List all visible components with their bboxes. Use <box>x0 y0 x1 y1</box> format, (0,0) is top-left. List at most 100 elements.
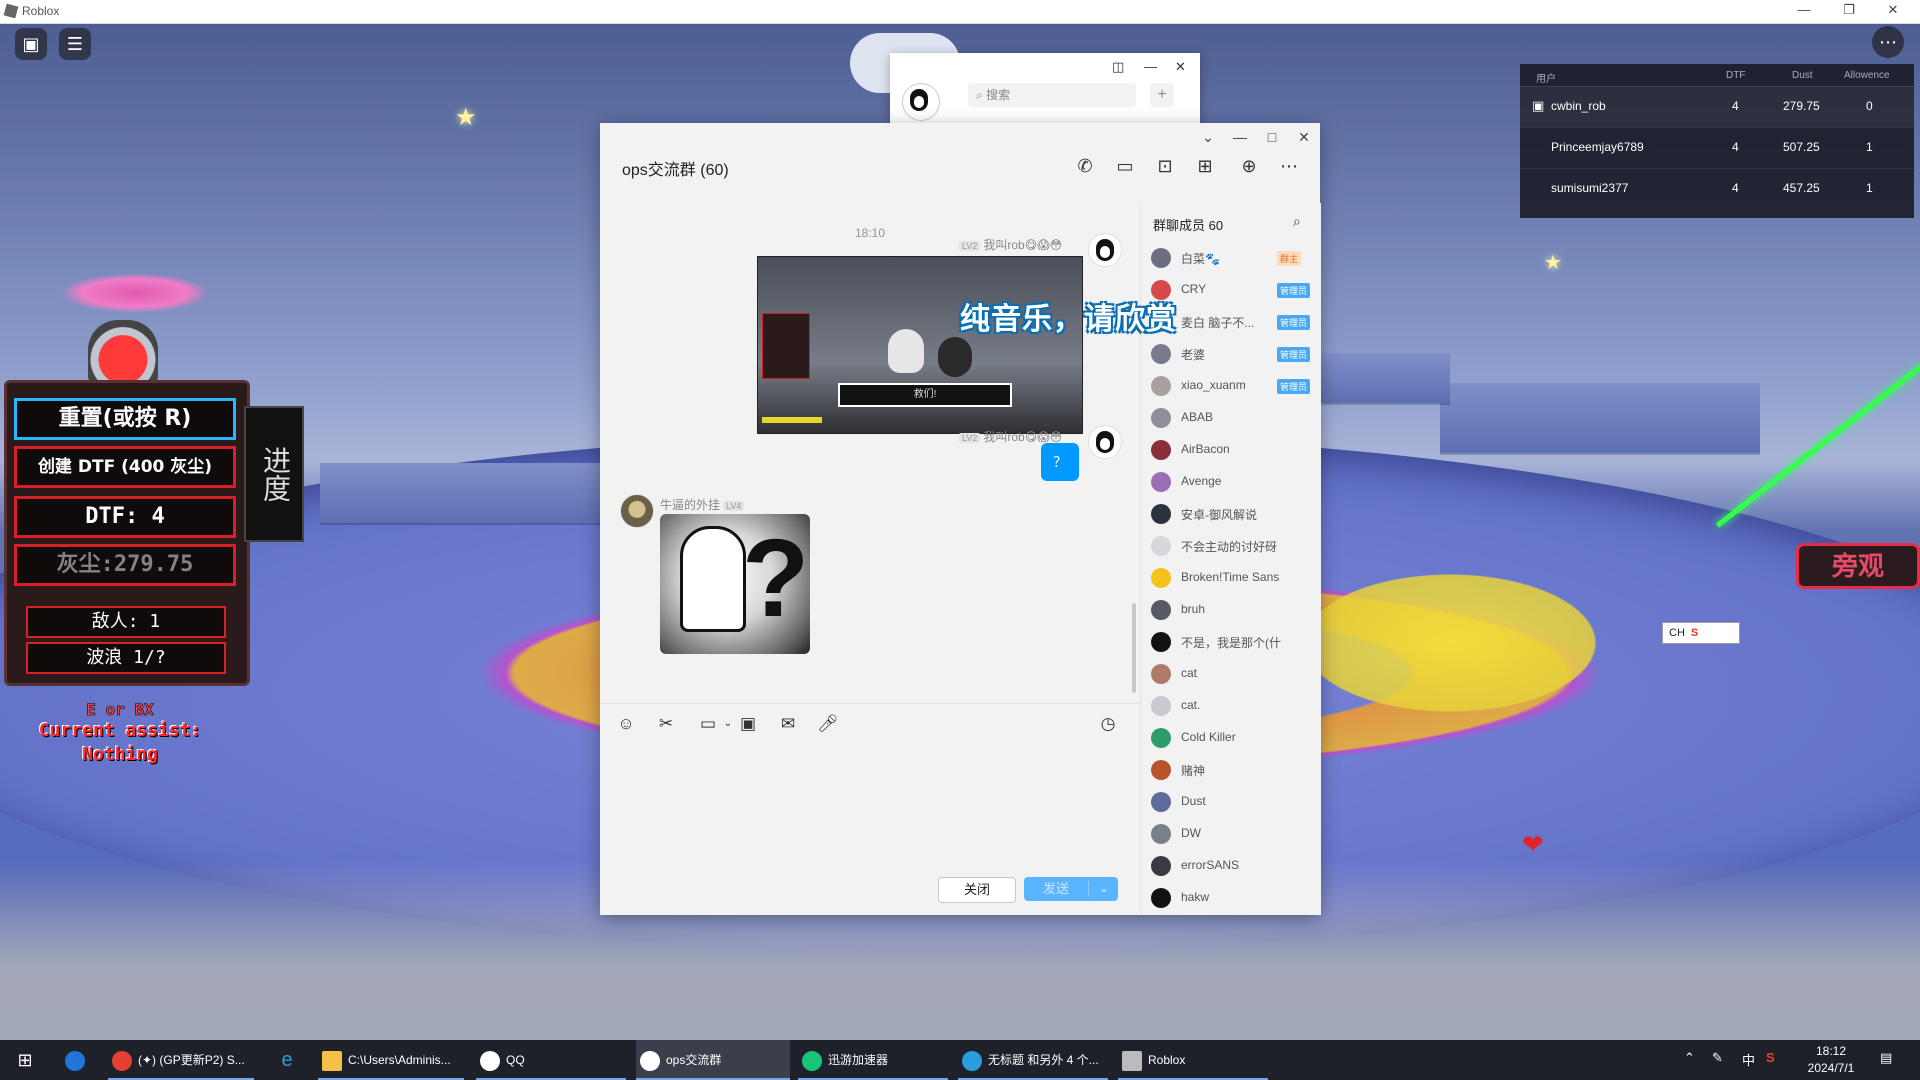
microphone-icon[interactable]: 🎤︎ <box>816 712 840 736</box>
member-item[interactable]: hakw <box>1151 885 1316 911</box>
taskbar-item[interactable]: 无标题 和另外 4 个... <box>958 1040 1108 1080</box>
close-button[interactable]: ✕ <box>1292 129 1316 146</box>
player-name: sumisumi2377 <box>1551 181 1629 195</box>
start-button[interactable]: ⊞ <box>10 1040 40 1080</box>
close-button[interactable]: ✕ <box>1878 2 1908 20</box>
message-list[interactable]: 18:10 LV2 我叫rob😋😱😳 救们! LV2 我叫rob😋😱😳 ？ 牛逼的外… <box>600 203 1140 703</box>
chat-toggle-icon[interactable]: ☰ <box>59 28 91 60</box>
roblox-logo-icon <box>3 3 19 19</box>
member-item[interactable]: Cold Killer <box>1151 725 1316 751</box>
member-item[interactable]: 赌神 <box>1151 757 1316 783</box>
qq-main-window[interactable]: ◫ — ✕ ⌕ 搜索 + <box>890 53 1200 125</box>
image-figure <box>680 526 746 632</box>
member-name: Broken!Time Sans <box>1181 570 1280 584</box>
pen-icon[interactable]: ✎ <box>1712 1050 1723 1066</box>
image-icon[interactable]: ▣ <box>736 712 760 736</box>
sidebar-toggle-icon[interactable]: ◫ <box>1112 59 1124 75</box>
taskbar-item[interactable]: C:\Users\Adminis... <box>318 1040 464 1080</box>
message-input[interactable] <box>600 743 1140 853</box>
send-button[interactable]: 发送 ⌄ <box>1024 877 1118 901</box>
phone-icon[interactable]: ✆ <box>1072 153 1098 179</box>
spectate-button[interactable]: 旁观 <box>1796 543 1920 589</box>
folder-icon <box>322 1050 342 1071</box>
member-name: xiao_xuanm <box>1181 378 1246 392</box>
member-item[interactable]: ABAB <box>1151 405 1316 431</box>
app-k-icon[interactable] <box>60 1040 90 1080</box>
member-item[interactable]: AirBacon <box>1151 437 1316 463</box>
leaderboard-row[interactable]: ▣ cwbin_rob 4 279.75 0 <box>1520 86 1914 127</box>
reset-button[interactable]: 重置(或按 R) <box>14 398 236 440</box>
more-options-icon[interactable]: ⋯ <box>1872 26 1904 58</box>
message-image[interactable]: ? <box>660 514 810 654</box>
message-scrollbar[interactable] <box>1132 603 1136 693</box>
taskbar-item[interactable]: 迅游加速器 <box>798 1040 948 1080</box>
member-item[interactable]: cat <box>1151 661 1316 687</box>
chevron-down-icon[interactable]: ⌄ <box>1092 877 1116 901</box>
emoji-icon[interactable]: ☺ <box>614 712 638 736</box>
member-name: ABAB <box>1181 410 1214 424</box>
search-icon[interactable]: ⌕ <box>1293 213 1301 230</box>
send-label: 发送 <box>1042 881 1069 896</box>
sogou-icon[interactable]: S <box>1766 1050 1775 1065</box>
roblox-icon <box>1122 1050 1142 1071</box>
message-bubble[interactable]: ？ <box>1041 443 1079 481</box>
more-icon[interactable]: ⋯ <box>1276 153 1302 179</box>
message-sender: 牛逼的外挂 LV4 <box>660 496 747 513</box>
leaderboard-row[interactable]: Princeemjay6789 4 507.25 1 <box>1520 127 1914 168</box>
member-item[interactable]: 不会主动的讨好砑 <box>1151 533 1316 559</box>
notification-icon[interactable]: ▤ <box>1880 1050 1892 1066</box>
scissors-icon[interactable]: ✂ <box>654 712 678 736</box>
ie-icon[interactable]: e <box>272 1040 302 1080</box>
member-item[interactable]: xiao_xuanm 管理员 <box>1151 373 1316 399</box>
message-image[interactable]: 救们! <box>757 256 1083 434</box>
restore-button[interactable]: ❐ <box>1834 2 1864 20</box>
apps-icon[interactable]: ⊞ <box>1192 153 1218 179</box>
taskbar-item[interactable]: QQ <box>476 1040 626 1080</box>
minimize-button[interactable]: — <box>1144 59 1157 74</box>
member-item[interactable]: 不是，我是那个(什么... <box>1151 629 1316 655</box>
screen-share-icon[interactable]: ⊡ <box>1152 153 1178 179</box>
member-item[interactable]: 安卓-御风解说 <box>1151 501 1316 527</box>
close-button[interactable]: ✕ <box>1175 59 1186 75</box>
member-item[interactable]: Dust <box>1151 789 1316 815</box>
taskbar-item[interactable]: (✦) (GP更新P2) S... <box>108 1040 254 1080</box>
chevron-down-icon[interactable]: ⌄ <box>1196 129 1220 146</box>
taskbar-item[interactable]: ops交流群 <box>636 1040 790 1080</box>
taskbar-item[interactable]: Roblox <box>1118 1040 1268 1080</box>
member-item[interactable]: Broken!Time Sans <box>1151 565 1316 591</box>
roblox-menu-icon[interactable]: ▣ <box>15 28 47 60</box>
member-name: 麦白 脑子不... <box>1181 316 1255 330</box>
video-call-icon[interactable]: ▭ <box>1112 153 1138 179</box>
member-item[interactable]: bruh <box>1151 597 1316 623</box>
maximize-button[interactable]: □ <box>1260 129 1284 145</box>
avatar[interactable] <box>1088 425 1122 459</box>
member-item[interactable]: 白菜🐾 群主 <box>1151 245 1316 271</box>
member-item[interactable]: cat. <box>1151 693 1316 719</box>
system-clock[interactable]: 18:12 2024/7/1 <box>1776 1043 1886 1077</box>
red-packet-icon[interactable]: ✉ <box>776 712 800 736</box>
minimize-button[interactable]: — <box>1789 2 1819 20</box>
close-chat-button[interactable]: 关闭 <box>938 877 1016 903</box>
member-item[interactable]: 老婆 管理员 <box>1151 341 1316 367</box>
sender-name: 我叫rob😋😱😳 <box>983 430 1063 444</box>
add-member-icon[interactable]: ⊕ <box>1236 153 1262 179</box>
search-input[interactable]: ⌕ 搜索 <box>968 83 1136 107</box>
member-item[interactable]: Avenge <box>1151 469 1316 495</box>
member-item[interactable]: errorSANS <box>1151 853 1316 879</box>
leaderboard-row[interactable]: sumisumi2377 4 457.25 1 <box>1520 168 1914 209</box>
member-avatar <box>1151 344 1171 364</box>
avatar[interactable] <box>620 494 654 528</box>
minimize-button[interactable]: — <box>1228 129 1252 145</box>
chevron-up-icon[interactable]: ⌃ <box>1684 1050 1695 1066</box>
user-avatar[interactable] <box>902 83 940 121</box>
question-mark-icon: ? <box>742 517 810 640</box>
assist-label: Current assist: <box>38 720 202 741</box>
group-chat-window[interactable]: ⌄ — □ ✕ ops交流群 (60) ✆ ▭ ⊡ ⊞ ⊕ ⋯ 18:10 LV… <box>600 123 1321 915</box>
add-icon[interactable]: + <box>1150 83 1174 107</box>
create-dtf-button[interactable]: 创建 DTF (400 灰尘) <box>14 446 236 488</box>
avatar[interactable] <box>1088 233 1122 267</box>
history-icon[interactable]: ◷ <box>1096 712 1120 736</box>
ime-indicator[interactable]: CH S <box>1662 622 1740 644</box>
ime-mode[interactable]: 中 <box>1742 1050 1755 1069</box>
member-item[interactable]: DW <box>1151 821 1316 847</box>
